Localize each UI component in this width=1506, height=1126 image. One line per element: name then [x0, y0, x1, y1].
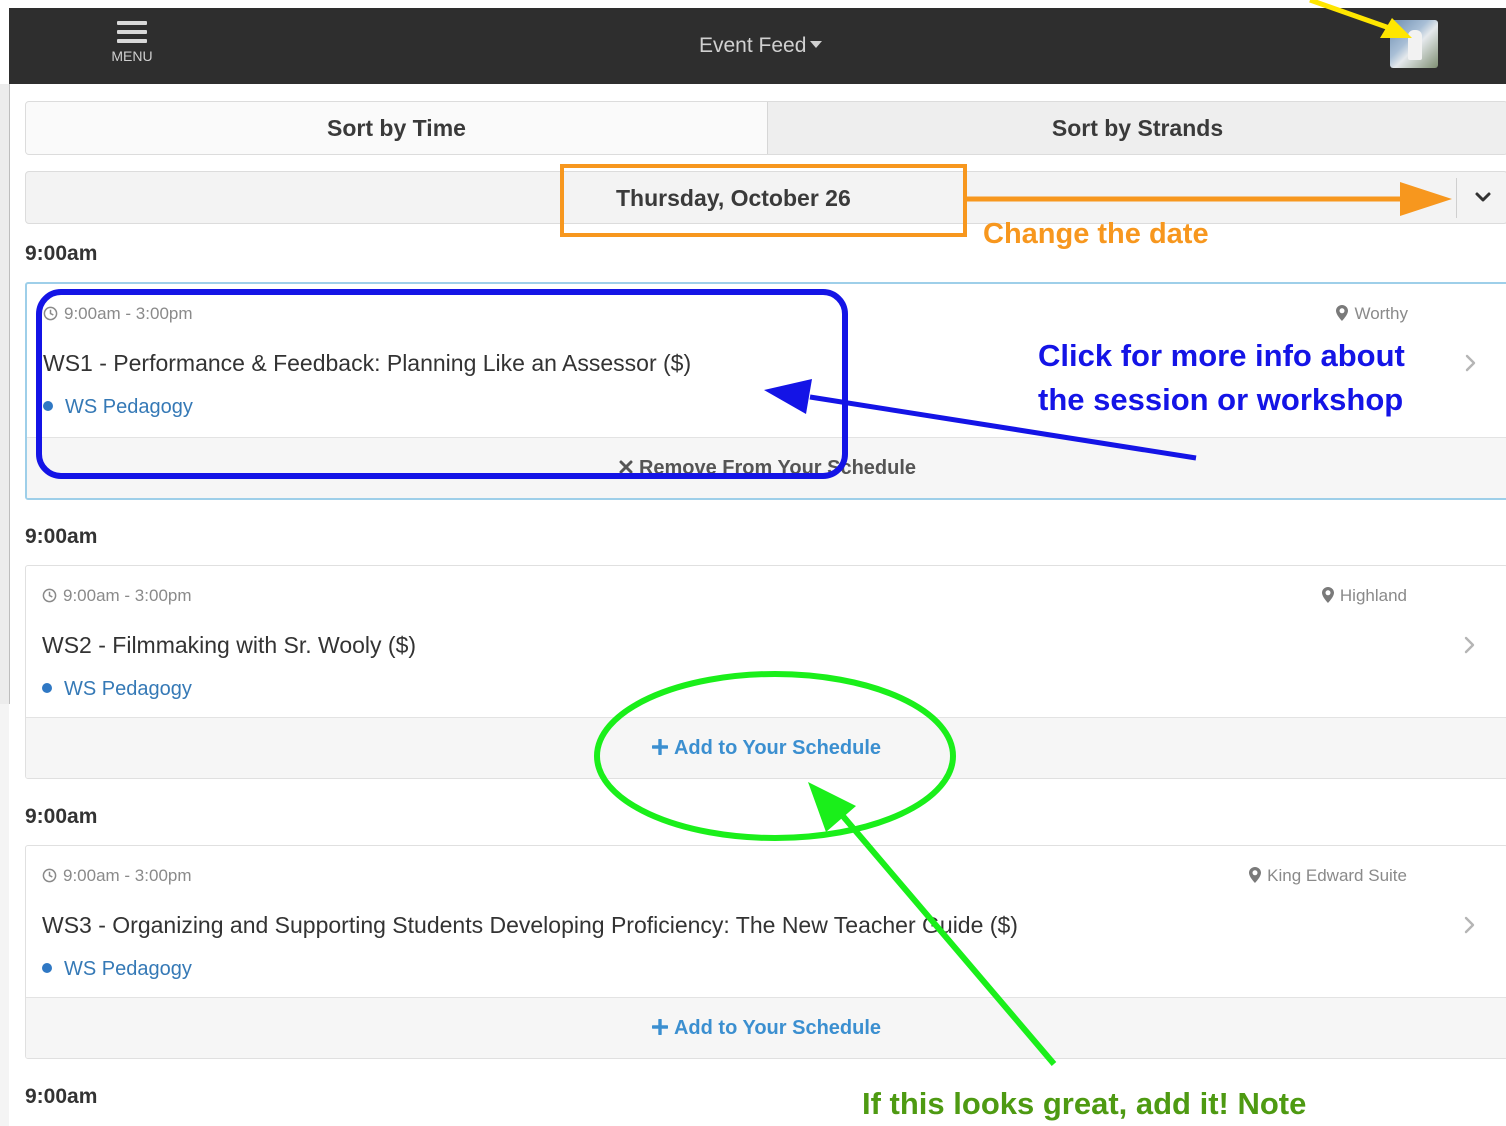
selected-date: Thursday, October 26: [616, 185, 851, 211]
chevron-right-icon[interactable]: [1464, 352, 1478, 374]
annotation-more-info-line1: Click for more info about: [1038, 338, 1405, 373]
date-selector[interactable]: Thursday, October 26: [25, 171, 1506, 224]
avatar[interactable]: [1390, 20, 1438, 68]
session-time: 9:00am - 3:00pm: [43, 304, 193, 324]
session-strand: WS Pedagogy: [42, 958, 192, 981]
strand-dot-icon: [42, 962, 52, 973]
map-marker-icon: [1249, 867, 1262, 884]
time-header: 9:00am: [25, 805, 98, 828]
chevron-right-icon[interactable]: [1463, 634, 1477, 656]
side-panel-edge: [0, 84, 10, 704]
close-icon: [619, 460, 633, 474]
annotation-more-info-line2: the session or workshop: [1038, 382, 1404, 417]
annotation-change-date: Change the date: [983, 218, 1209, 250]
caret-down-icon: [810, 41, 823, 49]
session-location: King Edward Suite: [1249, 866, 1407, 886]
strand-dot-icon: [43, 400, 53, 411]
chevron-right-icon[interactable]: [1463, 914, 1477, 936]
session-time: 9:00am - 3:00pm: [42, 866, 192, 886]
menu-label: MENU: [111, 48, 153, 64]
tab-sort-by-strands[interactable]: Sort by Strands: [768, 102, 1506, 154]
tab-sort-by-time[interactable]: Sort by Time: [26, 102, 768, 154]
session-title: WS2 - Filmmaking with Sr. Wooly ($): [42, 632, 417, 658]
time-header: 9:00am: [25, 525, 98, 548]
map-marker-icon: [1336, 305, 1349, 322]
clock-icon: [43, 306, 58, 320]
clock-icon: [42, 588, 57, 602]
chevron-down-icon[interactable]: [1470, 186, 1496, 208]
sort-tabs: Sort by Time Sort by Strands: [25, 101, 1506, 155]
side-panel-edge-lower: [0, 704, 9, 1126]
plus-icon: [651, 739, 668, 756]
annotation-add-it: If this looks great, add it! Note: [862, 1086, 1307, 1121]
event-feed-title: Event Feed: [699, 34, 807, 57]
add-to-schedule-button[interactable]: Add to Your Schedule: [26, 717, 1506, 778]
top-app-bar: MENU Event Feed: [9, 8, 1506, 84]
hamburger-icon: [117, 21, 147, 43]
green-arrowhead: [808, 782, 856, 832]
clock-icon: [42, 868, 57, 882]
session-title: WS3 - Organizing and Supporting Students…: [42, 912, 1018, 938]
event-feed-dropdown[interactable]: Event Feed: [699, 34, 823, 58]
session-strand: WS Pedagogy: [42, 678, 192, 701]
strand-dot-icon: [42, 682, 52, 693]
session-card-ws3[interactable]: 9:00am - 3:00pm King Edward Suite WS3 - …: [25, 845, 1506, 1059]
session-strand: WS Pedagogy: [43, 396, 193, 419]
menu-button[interactable]: MENU: [101, 20, 163, 76]
time-header: 9:00am: [25, 242, 98, 265]
session-time: 9:00am - 3:00pm: [42, 586, 192, 606]
plus-icon: [651, 1019, 668, 1036]
session-location: Worthy: [1336, 304, 1408, 324]
time-header: 9:00am: [25, 1085, 98, 1108]
session-card-ws2[interactable]: 9:00am - 3:00pm Highland WS2 - Filmmakin…: [25, 565, 1506, 779]
date-divider: [1456, 178, 1457, 218]
add-to-schedule-button[interactable]: Add to Your Schedule: [26, 997, 1506, 1058]
session-title: WS1 - Performance & Feedback: Planning L…: [43, 350, 692, 376]
session-location: Highland: [1321, 586, 1407, 606]
remove-from-schedule-button[interactable]: Remove From Your Schedule: [27, 437, 1506, 498]
event-feed-screen: MENU Event Feed Sort by Time Sort by Str…: [0, 0, 1506, 1126]
map-marker-icon: [1321, 587, 1334, 604]
